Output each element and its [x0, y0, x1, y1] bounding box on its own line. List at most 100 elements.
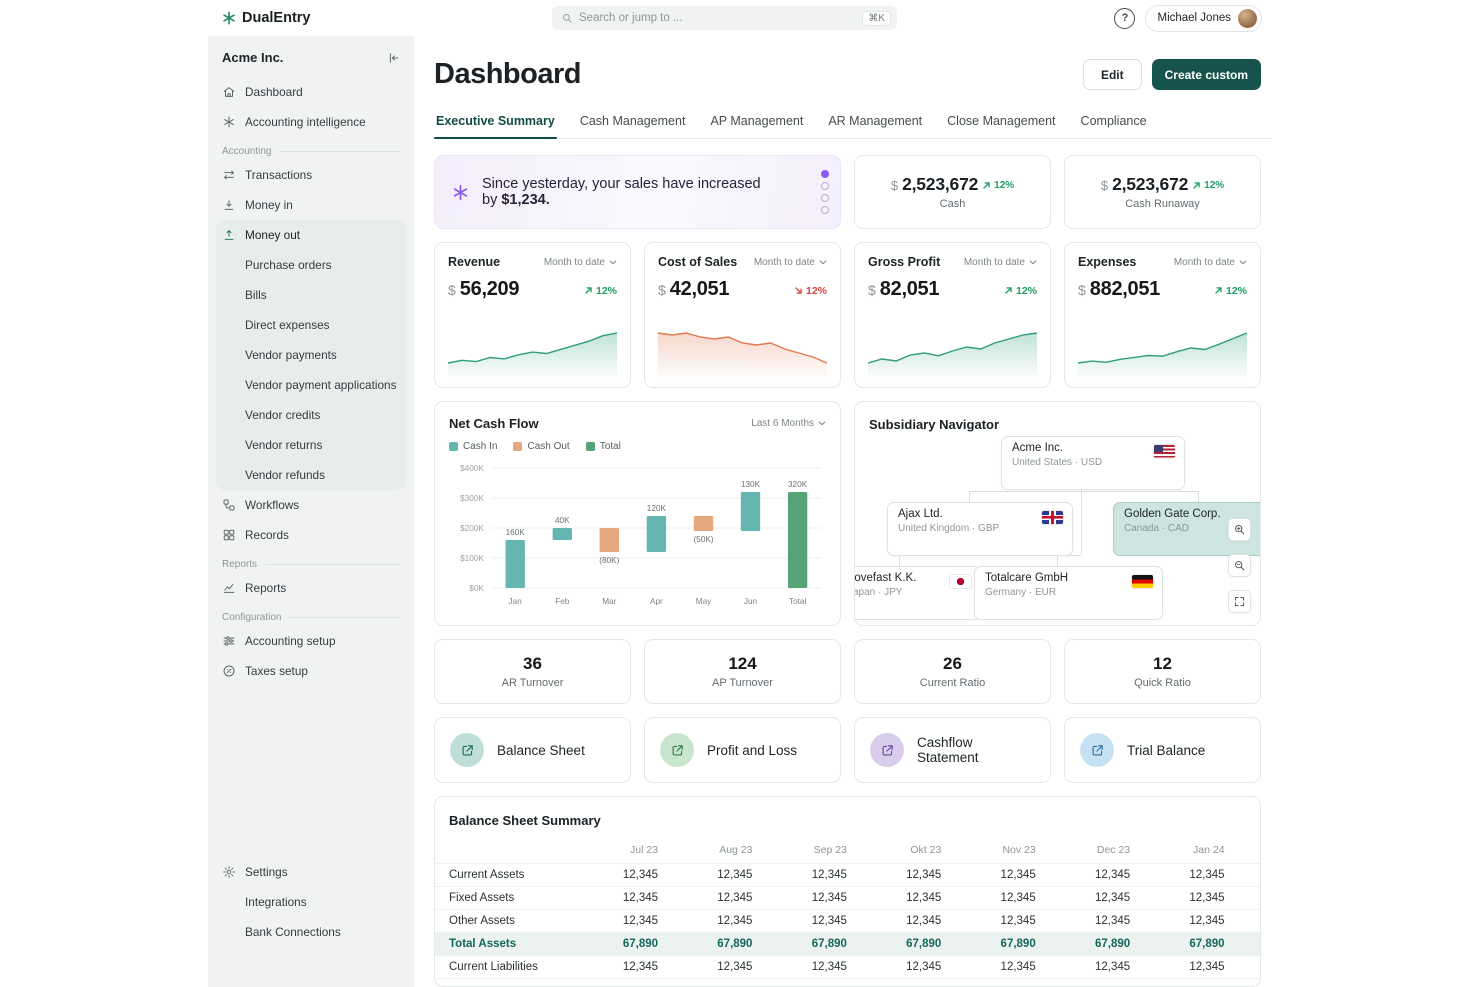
sidebar-item-taxes-setup[interactable]: Taxes setup — [216, 656, 406, 686]
sidebar-item-bank-connections[interactable]: Bank Connections — [216, 917, 406, 947]
search-icon — [561, 12, 573, 24]
tab-close-management[interactable]: Close Management — [945, 114, 1057, 138]
metric-label: Current Ratio — [920, 677, 985, 689]
svg-text:$0K: $0K — [469, 583, 484, 593]
report-link-cashflow-statement[interactable]: Cashflow Statement — [854, 717, 1051, 783]
edit-button[interactable]: Edit — [1083, 59, 1142, 90]
kpi-sparkline — [448, 325, 617, 377]
subsidiary-node-lovefast-kk[interactable]: Lovefast K.K. Japan · JPY — [854, 566, 981, 620]
tab-executive-summary[interactable]: Executive Summary — [434, 114, 557, 138]
navigator-controls — [1228, 518, 1251, 613]
table-row-fixed-assets: Fixed Assets12,34512,34512,34512,34512,3… — [435, 887, 1261, 910]
external-link-icon — [450, 733, 484, 767]
help-button[interactable]: ? — [1114, 8, 1135, 29]
kpi-title: Gross Profit — [868, 255, 940, 269]
period-dropdown[interactable]: Month to date — [1174, 257, 1247, 268]
carousel-dot[interactable] — [821, 206, 829, 214]
sidebar-item-money-out[interactable]: Money out — [216, 220, 406, 250]
table-cell: 12,345 — [666, 956, 760, 979]
sidebar-item-vendor-payments[interactable]: Vendor payments — [216, 340, 406, 370]
fullscreen-button[interactable] — [1228, 590, 1251, 613]
node-detail: Japan · JPY — [854, 587, 970, 598]
sidebar-item-transactions[interactable]: Transactions — [216, 160, 406, 190]
table-cell: 67,890 — [855, 933, 949, 956]
sidebar-item-money-in[interactable]: Money in — [216, 190, 406, 220]
report-link-label: Balance Sheet — [497, 743, 585, 758]
table-cell: 12,345 — [1138, 910, 1232, 933]
org-name[interactable]: Acme Inc. — [222, 50, 283, 65]
user-menu[interactable]: Michael Jones — [1145, 5, 1262, 32]
tab-compliance[interactable]: Compliance — [1079, 114, 1149, 138]
connector-line — [969, 491, 1199, 492]
sidebar-item-dashboard[interactable]: Dashboard — [216, 77, 406, 107]
logo-text: DualEntry — [242, 10, 311, 26]
sidebar-group-money-out: Money outPurchase ordersBillsDirect expe… — [216, 220, 406, 490]
arrow-up-right-icon — [1004, 286, 1013, 295]
sidebar-item-accounting-setup[interactable]: Accounting setup — [216, 626, 406, 656]
table-cell: 12,345 — [1044, 887, 1138, 910]
table-cell: 12,345 — [1233, 887, 1261, 910]
zoom-out-button[interactable] — [1228, 554, 1251, 577]
period-dropdown[interactable]: Month to date — [754, 257, 827, 268]
sidebar-item-purchase-orders[interactable]: Purchase orders — [216, 250, 406, 280]
table-row-current-liabilities: Current Liabilities12,34512,34512,34512,… — [435, 956, 1261, 979]
table-cell: 12,345 — [1138, 864, 1232, 887]
report-link-trial-balance[interactable]: Trial Balance — [1064, 717, 1261, 783]
cash-runaway-stat-card: $ 2,523,672 12% Cash Runaway — [1064, 155, 1261, 229]
svg-text:Mar: Mar — [602, 596, 616, 606]
kpi-title: Cost of Sales — [658, 255, 737, 269]
subsidiary-node-ajax-ltd[interactable]: Ajax Ltd. United Kingdom · GBP — [887, 502, 1073, 556]
svg-text:$400K: $400K — [460, 463, 484, 473]
period-dropdown[interactable]: Month to date — [964, 257, 1037, 268]
sidebar-item-bills[interactable]: Bills — [216, 280, 406, 310]
kpi-sparkline — [658, 325, 827, 377]
subsidiary-node-totalcare-gmbh[interactable]: Totalcare GmbH Germany · EUR — [974, 566, 1163, 620]
sidebar-item-vendor-returns[interactable]: Vendor returns — [216, 430, 406, 460]
collapse-sidebar-icon[interactable] — [386, 51, 400, 65]
period-dropdown[interactable]: Month to date — [544, 257, 617, 268]
sidebar-item-direct-expenses[interactable]: Direct expenses — [216, 310, 406, 340]
zoom-in-button[interactable] — [1228, 518, 1251, 541]
metric-label: AR Turnover — [502, 677, 564, 689]
table-cell: 67,890 — [666, 933, 760, 956]
uk-flag-icon — [1042, 511, 1063, 524]
kpi-value: 42,051 — [670, 278, 729, 301]
report-link-balance-sheet[interactable]: Balance Sheet — [434, 717, 631, 783]
search-input[interactable]: Search or jump to ... ⌘K — [552, 6, 897, 30]
metric-card-ar-turnover: 36 AR Turnover — [434, 639, 631, 704]
sidebar-item-accounting-intelligence[interactable]: Accounting intelligence — [216, 107, 406, 137]
table-cell: 67,890 — [1233, 933, 1261, 956]
kpi-change: 12% — [584, 285, 617, 297]
sidebar-item-label: Accounting setup — [245, 634, 336, 648]
carousel-dot[interactable] — [821, 182, 829, 190]
table-cell: 12,345 — [949, 910, 1043, 933]
carousel-dot[interactable] — [821, 194, 829, 202]
sidebar-item-settings[interactable]: Settings — [216, 857, 406, 887]
kpi-change: 12% — [794, 285, 827, 297]
sidebar-item-reports[interactable]: Reports — [216, 573, 406, 603]
svg-text:(80K): (80K) — [599, 555, 619, 565]
sidebar-section-configuration: Configuration — [222, 612, 400, 623]
sidebar-item-vendor-credits[interactable]: Vendor credits — [216, 400, 406, 430]
report-link-profit-and-loss[interactable]: Profit and Loss — [644, 717, 841, 783]
dashboard-tabs: Executive Summary Cash Management AP Manag… — [434, 114, 1272, 139]
create-custom-button[interactable]: Create custom — [1152, 59, 1261, 90]
sidebar-item-vendor-refunds[interactable]: Vendor refunds — [216, 460, 406, 490]
tab-cash-management[interactable]: Cash Management — [578, 114, 688, 138]
tab-ap-management[interactable]: AP Management — [708, 114, 805, 138]
svg-text:Jun: Jun — [744, 596, 758, 606]
svg-text:Apr: Apr — [650, 596, 663, 606]
sidebar-footer: SettingsIntegrationsBank Connections — [216, 857, 406, 947]
sidebar-item-vendor-payment-applications[interactable]: Vendor payment applications — [216, 370, 406, 400]
topbar-right: ? Michael Jones — [1114, 5, 1262, 32]
sidebar-item-workflows[interactable]: Workflows — [216, 490, 406, 520]
tab-ar-management[interactable]: AR Management — [826, 114, 924, 138]
carousel-dot[interactable] — [821, 170, 829, 178]
stat-label: Cash — [940, 198, 966, 210]
chart-title: Net Cash Flow — [449, 416, 539, 431]
subsidiary-node-acme-inc[interactable]: Acme Inc. United States · USD — [1001, 436, 1185, 490]
range-dropdown[interactable]: Last 6 Months — [751, 418, 826, 429]
metric-value: 36 — [523, 654, 542, 674]
sidebar-item-integrations[interactable]: Integrations — [216, 887, 406, 917]
sidebar-item-records[interactable]: Records — [216, 520, 406, 550]
